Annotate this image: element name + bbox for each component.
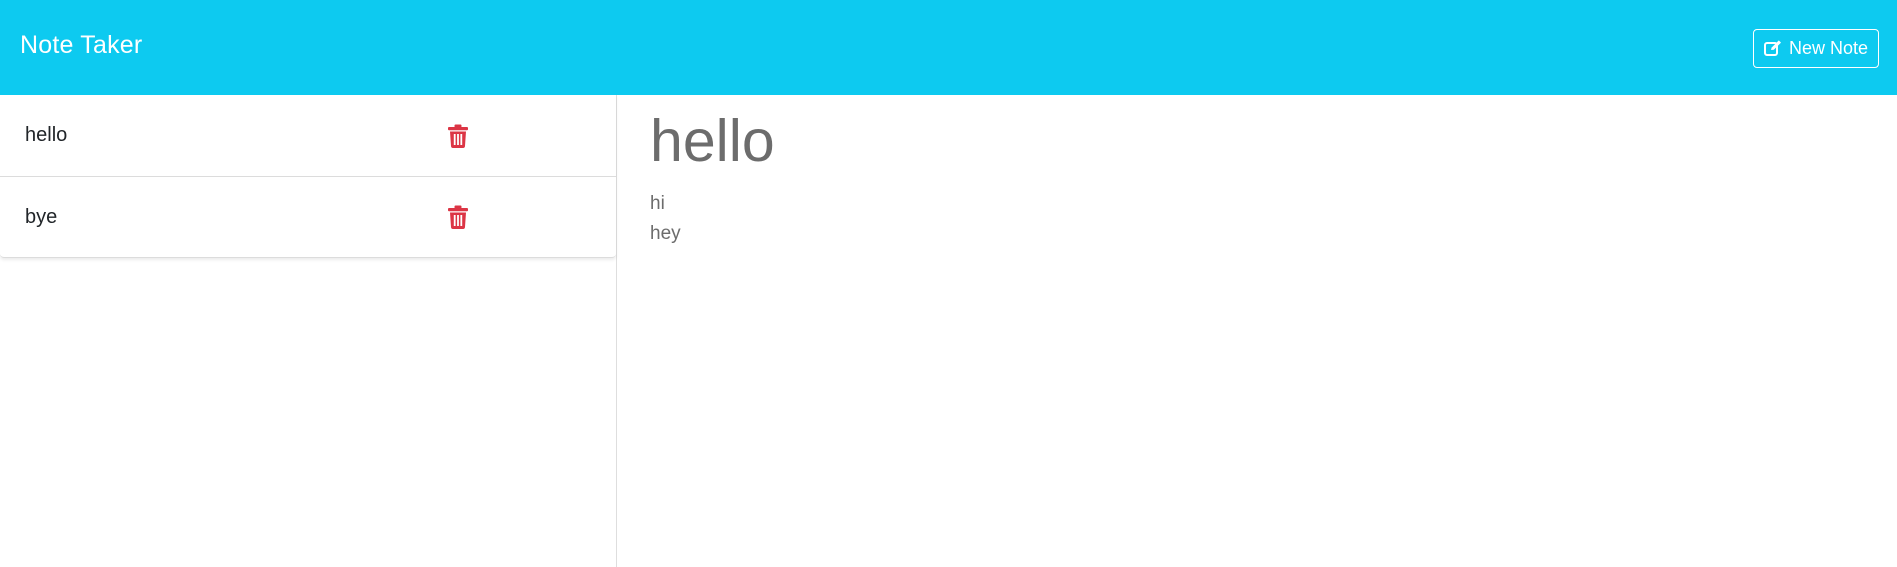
app-title[interactable]: Note Taker [20, 31, 142, 60]
new-note-label: New Note [1788, 38, 1868, 58]
pen-to-square-icon [1763, 40, 1782, 57]
note-title-field[interactable]: hello [650, 110, 1897, 173]
note-list: hello bye [0, 95, 616, 258]
new-note-button[interactable]: New Note [1752, 29, 1879, 68]
notes-sidebar: hello bye [0, 95, 617, 567]
navbar: Note Taker New Note [0, 0, 1897, 95]
trash-icon[interactable] [448, 205, 468, 229]
note-editor: hello hi hey [618, 95, 1897, 567]
note-text-line: hi [650, 192, 665, 214]
list-item[interactable]: hello [0, 95, 616, 176]
note-text-field[interactable]: hi hey [650, 189, 1897, 249]
list-item[interactable]: bye [0, 176, 616, 257]
note-title: bye [25, 205, 58, 228]
note-text-line: hey [650, 222, 681, 244]
note-title: hello [25, 124, 68, 146]
trash-icon[interactable] [448, 124, 468, 148]
